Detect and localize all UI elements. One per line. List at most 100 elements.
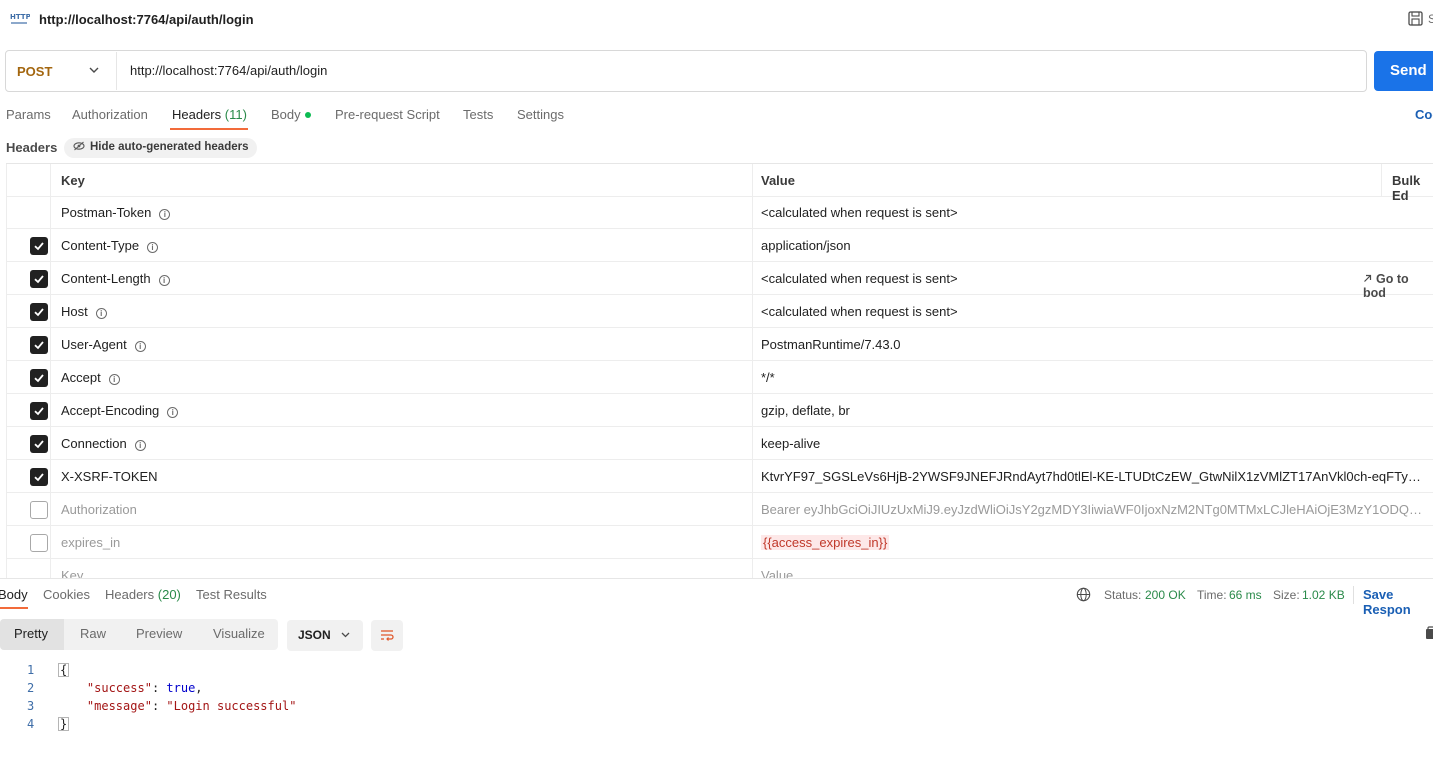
header-value[interactable]: Bearer eyJhbGciOiJIUzUxMiJ9.eyJzdWliOiJs…: [761, 502, 1423, 517]
header-value[interactable]: <calculated when request is sent>: [761, 205, 958, 220]
json-key: "success": [86, 681, 152, 695]
header-key[interactable]: Connection i: [61, 436, 146, 451]
header-key[interactable]: expires_in: [61, 535, 120, 550]
header-enabled-checkbox[interactable]: [30, 204, 48, 222]
header-key[interactable]: User-Agent i: [61, 337, 146, 352]
cookies-link[interactable]: Coo: [1415, 107, 1433, 122]
request-title[interactable]: http://localhost:7764/api/auth/login: [39, 12, 254, 27]
tab-body[interactable]: Body: [271, 107, 301, 122]
header-enabled-checkbox[interactable]: [30, 534, 48, 552]
save-response-button[interactable]: Save Respon: [1363, 587, 1433, 617]
time-value[interactable]: 66 ms: [1229, 588, 1262, 602]
header-value[interactable]: application/json: [761, 238, 851, 253]
header-enabled-checkbox[interactable]: [30, 270, 48, 288]
code-line[interactable]: {: [58, 663, 70, 677]
status-label: Status:: [1104, 588, 1142, 602]
column-separator: [752, 493, 753, 526]
header-value[interactable]: <calculated when request is sent>: [761, 304, 958, 319]
header-value[interactable]: <calculated when request is sent>: [761, 271, 958, 286]
header-key[interactable]: Accept i: [61, 370, 120, 385]
checkbox-cell: [6, 196, 51, 229]
header-value-text: */*: [761, 370, 775, 385]
header-enabled-checkbox[interactable]: [30, 237, 48, 255]
info-icon[interactable]: i: [167, 407, 179, 418]
svg-text:HTTP: HTTP: [10, 13, 30, 21]
format-pretty[interactable]: Pretty: [14, 626, 48, 641]
header-key-text: Postman-Token: [61, 205, 152, 220]
header-key[interactable]: Authorization: [61, 502, 137, 517]
header-enabled-checkbox[interactable]: [30, 501, 48, 519]
tab-pre-request-script[interactable]: Pre-request Script: [335, 107, 440, 122]
header-key[interactable]: Content-Type i: [61, 238, 159, 253]
header-value[interactable]: KtvrYF97_SGSLeVs6HjB-2YWSF9JNEFJRndAyt7h…: [761, 469, 1423, 484]
checkbox-cell: [6, 526, 51, 559]
method-select[interactable]: POST: [17, 64, 52, 79]
json-value: true: [166, 681, 196, 695]
header-key-text: X-XSRF-TOKEN: [61, 469, 158, 484]
header-value[interactable]: PostmanRuntime/7.43.0: [761, 337, 900, 352]
header-enabled-checkbox[interactable]: [30, 369, 48, 387]
info-icon[interactable]: i: [134, 440, 146, 451]
tab-headers[interactable]: Headers (11): [172, 107, 247, 122]
info-icon[interactable]: i: [95, 308, 107, 319]
header-enabled-checkbox[interactable]: [30, 468, 48, 486]
header-key[interactable]: Accept-Encoding i: [61, 403, 179, 418]
save-button-label[interactable]: S: [1428, 12, 1433, 26]
format-visualize[interactable]: Visualize: [213, 626, 265, 641]
header-value[interactable]: gzip, deflate, br: [761, 403, 850, 418]
column-separator: [752, 262, 753, 295]
size-value[interactable]: 1.02 KB: [1302, 588, 1345, 602]
status-value[interactable]: 200 OK: [1145, 588, 1186, 602]
json-separator: :: [151, 681, 167, 695]
globe-icon[interactable]: [1076, 587, 1091, 602]
header-key[interactable]: Content-Length i: [61, 271, 170, 286]
header-key[interactable]: Host i: [61, 304, 107, 319]
header-value[interactable]: keep-alive: [761, 436, 820, 451]
language-select-label[interactable]: JSON: [298, 628, 331, 642]
variable-token: {{access_expires_in}}: [761, 535, 890, 550]
code-line[interactable]: "success": true,: [58, 681, 203, 695]
chevron-down-icon[interactable]: [340, 629, 351, 640]
header-key[interactable]: X-XSRF-TOKEN: [61, 469, 158, 484]
copy-icon[interactable]: [1425, 626, 1433, 640]
header-key[interactable]: Postman-Token i: [61, 205, 171, 220]
format-raw[interactable]: Raw: [80, 626, 106, 641]
response-tab-cookies[interactable]: Cookies: [43, 587, 90, 602]
code-line[interactable]: "message": "Login successful": [58, 699, 297, 713]
send-button-label[interactable]: Send: [1390, 62, 1427, 79]
header-key-text: Accept: [61, 370, 101, 385]
info-icon[interactable]: i: [134, 341, 146, 352]
response-tab-test-results[interactable]: Test Results: [196, 587, 267, 602]
tab-tests[interactable]: Tests: [463, 107, 493, 122]
info-icon[interactable]: i: [159, 209, 171, 220]
response-active-tab-indicator: [0, 607, 28, 609]
response-headers-count: (20): [157, 587, 181, 602]
line-number: 2: [27, 681, 35, 695]
hide-auto-generated-toggle[interactable]: Hide auto-generated headers: [64, 138, 258, 158]
tab-authorization[interactable]: Authorization: [72, 107, 148, 122]
tab-params[interactable]: Params: [6, 107, 51, 122]
header-enabled-checkbox[interactable]: [30, 336, 48, 354]
tab-settings[interactable]: Settings: [517, 107, 564, 122]
chevron-down-icon[interactable]: [88, 64, 100, 76]
go-to-body-link[interactable]: Go to bod: [1363, 272, 1433, 300]
response-tab-body[interactable]: Body: [0, 587, 28, 602]
response-headers-label: Headers: [105, 587, 155, 602]
format-preview[interactable]: Preview: [136, 626, 182, 641]
column-separator: [752, 295, 753, 328]
code-line[interactable]: }: [58, 717, 70, 731]
info-icon[interactable]: i: [147, 242, 159, 253]
response-tab-headers[interactable]: Headers (20): [105, 587, 181, 602]
size-label: Size:: [1273, 588, 1300, 602]
info-icon[interactable]: i: [158, 275, 170, 286]
info-icon[interactable]: i: [108, 374, 120, 385]
header-enabled-checkbox[interactable]: [30, 435, 48, 453]
url-input[interactable]: http://localhost:7764/api/auth/login: [130, 63, 327, 78]
header-value[interactable]: */*: [761, 370, 775, 385]
save-icon[interactable]: [1407, 10, 1425, 28]
header-enabled-checkbox[interactable]: [30, 402, 48, 420]
header-enabled-checkbox[interactable]: [30, 303, 48, 321]
wrap-lines-icon[interactable]: [379, 627, 395, 643]
header-key-text: Content-Length: [61, 271, 151, 286]
header-value[interactable]: {{access_expires_in}}: [761, 535, 890, 550]
